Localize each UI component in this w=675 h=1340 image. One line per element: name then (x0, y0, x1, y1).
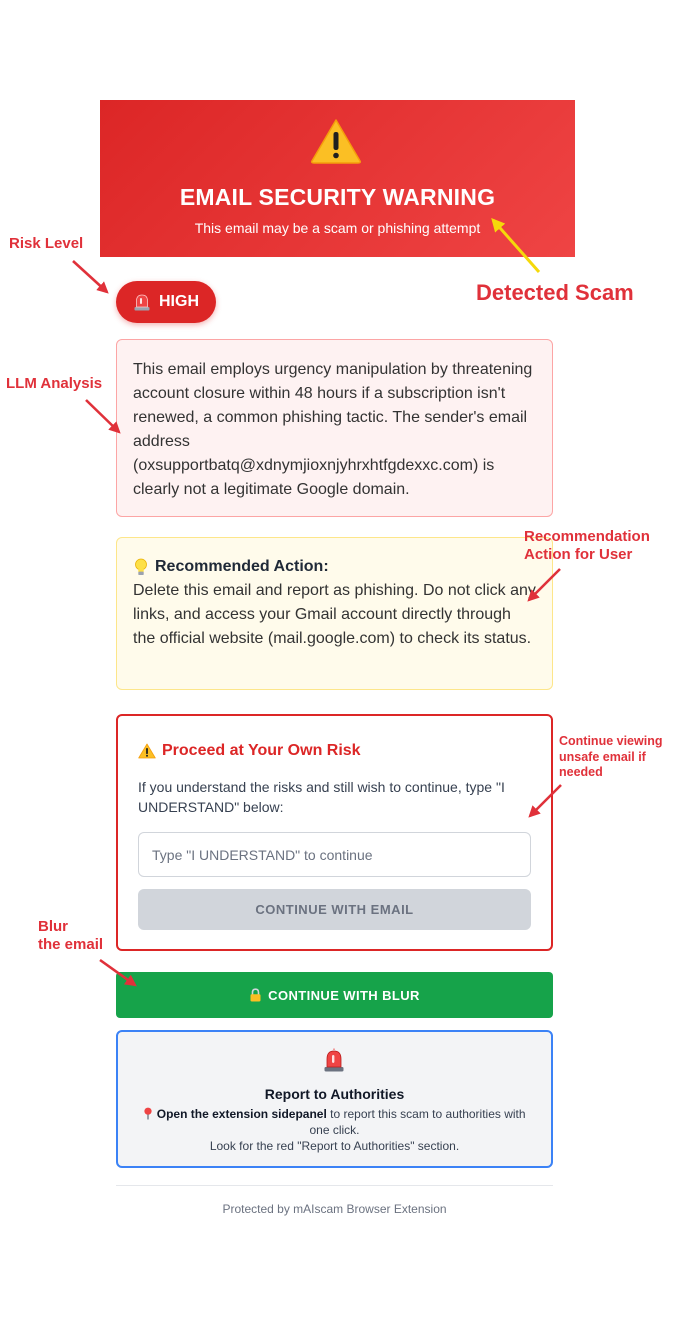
siren-icon (134, 294, 150, 311)
lock-icon (250, 988, 261, 1002)
annotation-continue-line3: needed (559, 765, 603, 779)
warning-small-icon (138, 743, 156, 759)
understand-confirmation-input[interactable] (138, 832, 531, 877)
recommendation-box: Recommended Action: Delete this email an… (116, 537, 553, 690)
continue-with-blur-button[interactable]: CONTINUE WITH BLUR (116, 972, 553, 1018)
report-instructions: Open the extension sidepanel to report t… (138, 1106, 531, 1154)
recommendation-heading-text: Recommended Action: (155, 558, 329, 575)
report-text-rest: to report this scam to authorities with … (309, 1107, 526, 1137)
sidepanel-link-text[interactable]: Open the extension sidepanel (157, 1107, 327, 1121)
annotation-llm-analysis: LLM Analysis (6, 375, 103, 392)
lightbulb-icon (135, 558, 147, 575)
banner-subtitle: This email may be a scam or phishing att… (194, 220, 481, 236)
proceed-instructions: If you understand the risks and still wi… (138, 779, 505, 815)
recommendation-heading: Recommended Action: (133, 555, 536, 579)
continue-with-email-button[interactable]: CONTINUE WITH EMAIL (138, 889, 531, 930)
arrow-risk-level (72, 260, 109, 294)
annotation-continue-viewing: Continue viewing unsafe email if needed (559, 734, 662, 781)
warning-triangle-icon (311, 119, 361, 164)
report-authorities-box: Report to Authorities Open the extension… (116, 1030, 553, 1168)
recommendation-text: Delete this email and report as phishing… (133, 582, 536, 647)
annotation-blur-email: Blur the email (38, 918, 103, 954)
annotation-blur-line1: Blur (38, 918, 68, 935)
siren-icon (324, 1048, 344, 1072)
annotation-recommendation: Recommendation Action for User (524, 528, 650, 564)
report-line2: Look for the red "Report to Authorities"… (209, 1139, 460, 1153)
footer-divider (116, 1185, 553, 1186)
annotation-continue-line2: unsafe email if (559, 749, 646, 764)
annotation-continue-line1: Continue viewing (559, 734, 663, 748)
blur-button-label: CONTINUE WITH BLUR (268, 987, 420, 1003)
annotation-recommendation-line2: Action for User (524, 546, 633, 563)
annotation-detected-scam: Detected Scam (476, 280, 634, 305)
proceed-title-text: Proceed at Your Own Risk (162, 742, 361, 759)
annotation-risk-level: Risk Level (9, 235, 84, 252)
annotation-recommendation-line1: Recommendation (524, 528, 650, 545)
risk-level-badge: HIGH (116, 281, 216, 323)
pushpin-icon (144, 1107, 153, 1120)
banner-title: EMAIL SECURITY WARNING (179, 184, 496, 210)
proceed-title: Proceed at Your Own Risk (138, 742, 361, 760)
warning-banner: EMAIL SECURITY WARNING This email may be… (100, 100, 575, 257)
annotation-blur-line2: the email (38, 936, 104, 953)
footer-text: Protected by mAIscam Browser Extension (222, 1202, 447, 1216)
report-title: Report to Authorities (264, 1086, 405, 1102)
analysis-text: This email employs urgency manipulation … (133, 361, 533, 498)
risk-level-label: HIGH (159, 293, 199, 310)
proceed-risk-box: Proceed at Your Own Risk If you understa… (116, 714, 553, 951)
llm-analysis-box: This email employs urgency manipulation … (116, 339, 553, 517)
arrow-llm-analysis (85, 399, 121, 434)
